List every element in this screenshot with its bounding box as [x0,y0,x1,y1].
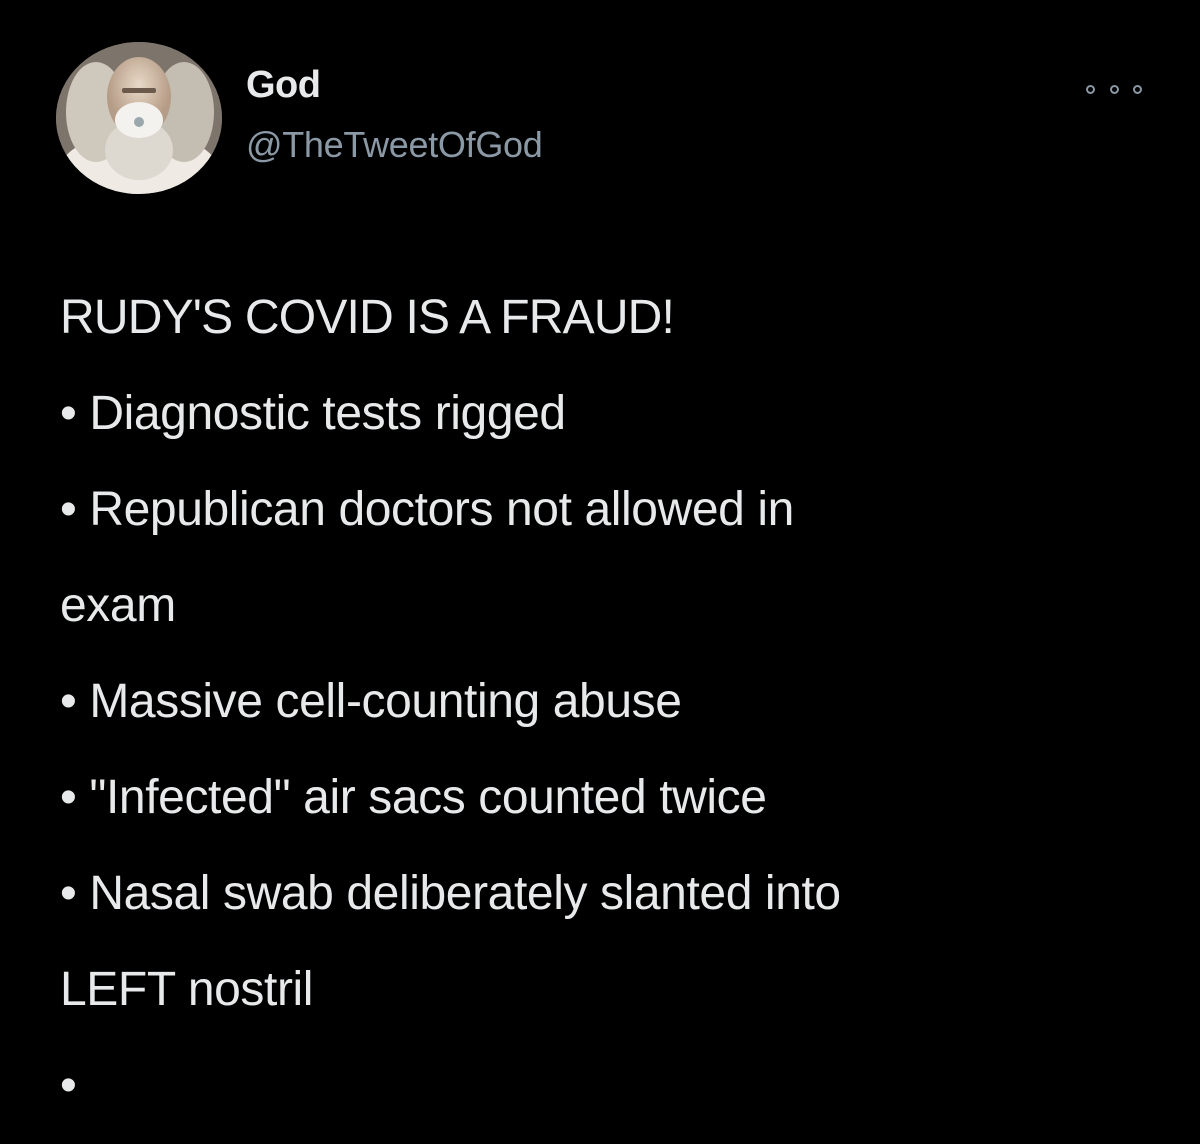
tweet-line: • [60,1059,77,1112]
tweet-text: RUDY'S COVID IS A FRAUD! • Diagnostic te… [60,270,1160,1134]
menu-dot [1109,84,1119,94]
more-horizontal-icon[interactable] [1086,74,1142,104]
tweet-line: exam [60,579,176,632]
tweet-line: LEFT nostril [60,963,314,1016]
tweet-line: • "Infected" air sacs counted twice [60,771,767,824]
avatar-photo-icon [56,42,222,194]
menu-dot [1133,84,1142,94]
display-name[interactable]: God [246,64,321,107]
tweet-line: • Nasal swab deliberately slanted into [60,867,841,920]
menu-dot [1086,84,1095,94]
handle[interactable]: @TheTweetOfGod [246,124,543,166]
tweet-line: • Diagnostic tests rigged [60,387,566,440]
tweet-headline: RUDY'S COVID IS A FRAUD! [60,291,675,344]
tweet: God @TheTweetOfGod RUDY'S COVID IS A FRA… [0,0,1200,1144]
tweet-line: • Republican doctors not allowed in [60,483,794,536]
tweet-line: • Massive cell-counting abuse [60,675,682,728]
avatar[interactable] [56,42,222,194]
